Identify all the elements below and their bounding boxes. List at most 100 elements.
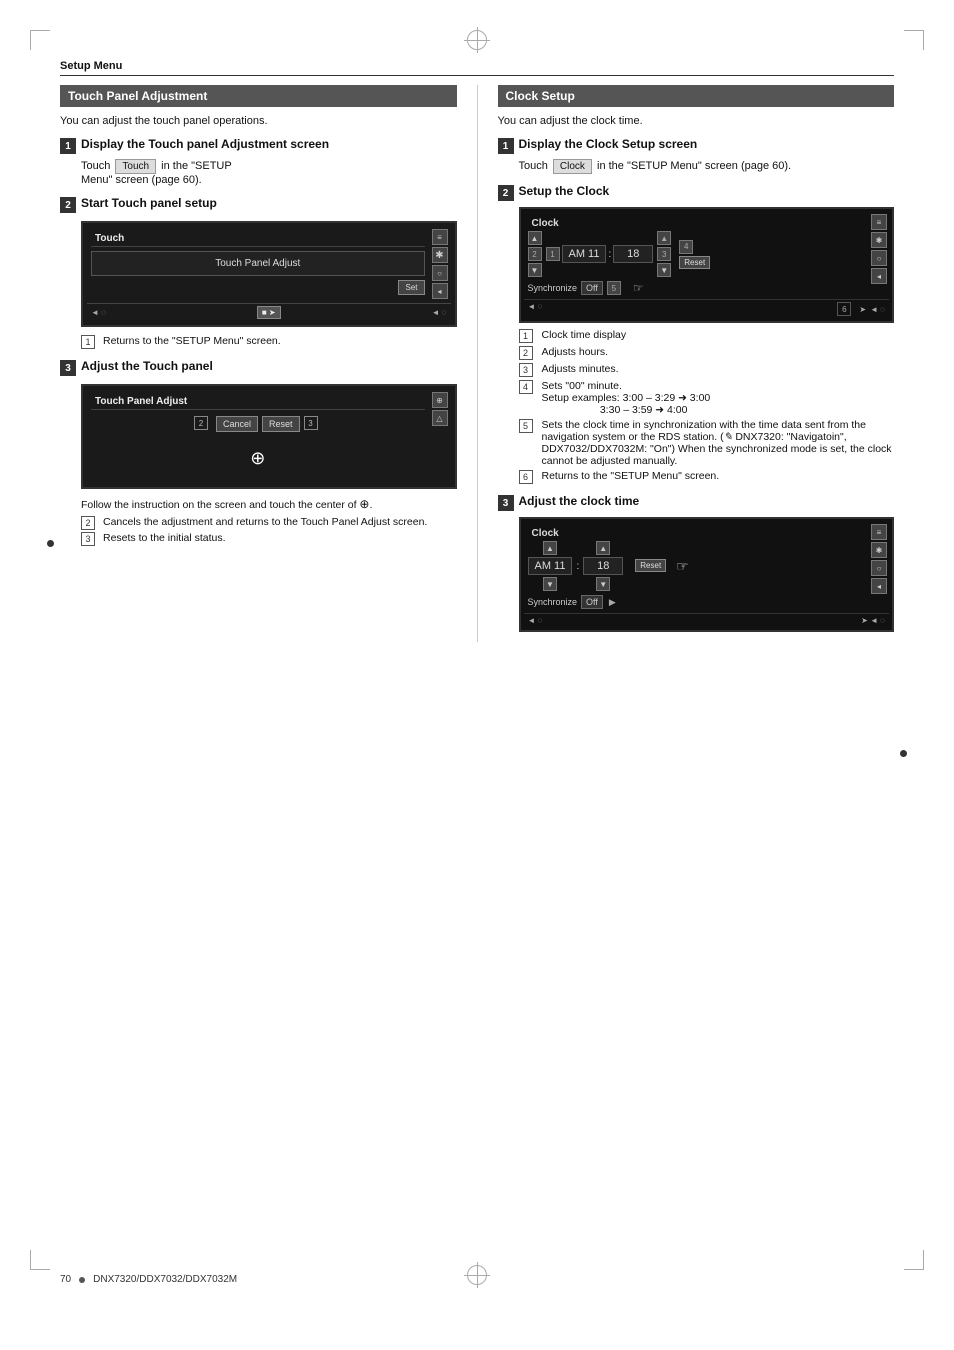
time-display-3b: 18: [583, 557, 623, 575]
touch-panel-label-2: Touch Panel Adjust: [91, 251, 425, 276]
clock-bottom-2: ◄ ◌ 6 ➤ ◄ ◌: [524, 299, 890, 318]
step-1-touch-word: Touch: [81, 160, 113, 172]
clock-sb-3[interactable]: ○: [871, 250, 887, 266]
clock-sb3-2[interactable]: ✱: [871, 542, 887, 558]
step-2-body: Touch Touch Panel Adjust Set ≡ ✱ ○: [60, 221, 457, 349]
center-mark-top: [467, 30, 487, 50]
desc-2: 2 Adjusts hours.: [519, 346, 895, 360]
footer-model: DNX7320/DDX7032/DDX7032M: [93, 1274, 237, 1285]
desc-3: 3 Adjusts minutes.: [519, 363, 895, 377]
sidebar-btn-4[interactable]: ◂: [432, 283, 448, 299]
sidebar-btn-2[interactable]: ✱: [432, 247, 448, 263]
clock-title-2: Clock: [528, 216, 866, 231]
desc-5: 5 Sets the clock time in synchronization…: [519, 419, 895, 467]
corner-mark-tr: [904, 30, 924, 50]
step-1-clock-num: 1: [498, 138, 514, 154]
step-3-clock-body: Clock ▲ AM 11 ▼ : ▲ 18: [498, 517, 895, 632]
clock-body-2: Clock ▲ 2 ▼ 1 AM 11 :: [524, 212, 890, 299]
col-divider: [477, 85, 478, 642]
clock-sb3-1[interactable]: ≡: [871, 524, 887, 540]
sidebar-btn-1[interactable]: ≡: [432, 229, 448, 245]
time-display-min-2: 18: [613, 245, 653, 263]
step-2-note: 1 Returns to the "SETUP Menu" screen.: [81, 335, 457, 349]
clock-sb3-3[interactable]: ○: [871, 560, 887, 576]
step-1-num: 1: [60, 138, 76, 154]
screen-title-2: Touch: [91, 231, 425, 247]
step-3-clock-title-text: Adjust the clock time: [519, 494, 640, 510]
section-title: Setup Menu: [60, 60, 122, 72]
main-content: Touch Panel Adjustment You can adjust th…: [60, 85, 894, 642]
sync-value-3: Off: [581, 595, 603, 609]
time-display-2: AM 11: [562, 245, 607, 263]
step-1-clock: 1 Display the Clock Setup screen Touch C…: [498, 137, 895, 174]
cancel-btn[interactable]: Cancel: [216, 416, 258, 432]
step-1-clock-body: Touch Clock in the "SETUP Menu" screen (…: [498, 159, 895, 174]
screen-main-3: Touch Panel Adjust 2 Cancel Reset 3 ⊕: [87, 390, 429, 483]
step-2-clock-num: 2: [498, 185, 514, 201]
clock-main-2: Clock ▲ 2 ▼ 1 AM 11 :: [524, 212, 870, 299]
desc-1: 1 Clock time display: [519, 329, 895, 343]
screen-content-3: Touch Panel Adjust 2 Cancel Reset 3 ⊕ ⊕: [87, 390, 451, 483]
touch-panel-header: Touch Panel Adjustment: [60, 85, 457, 107]
step-2-clock-title-text: Setup the Clock: [519, 184, 610, 200]
clock-sb-1[interactable]: ≡: [871, 214, 887, 230]
clock-touch-button: Clock: [553, 159, 592, 174]
hours-down-3[interactable]: ▼: [543, 577, 557, 591]
reset-clock-3[interactable]: Reset: [635, 559, 666, 572]
screen-sidebar-2: ≡ ✱ ○ ◂: [429, 227, 451, 301]
step-1-clock-title-text: Display the Clock Setup screen: [519, 137, 698, 153]
desc-6: 6 Returns to the "SETUP Menu" screen.: [519, 470, 895, 484]
left-column: Touch Panel Adjustment You can adjust th…: [60, 85, 457, 642]
touch-crosshair-symbol: ⊕: [91, 438, 425, 479]
page-header: Setup Menu: [60, 60, 894, 76]
step-2-clock: 2 Setup the Clock Clock ▲ 2 ▼: [498, 184, 895, 484]
screen-content-2: Touch Touch Panel Adjust Set ≡ ✱ ○: [87, 227, 451, 301]
touch-screen-step3: Touch Panel Adjust 2 Cancel Reset 3 ⊕ ⊕: [81, 384, 457, 489]
footer-dot: [79, 1277, 85, 1283]
mins-down-3[interactable]: ▼: [596, 577, 610, 591]
clock-desc-list: 1 Clock time display 2 Adjusts hours. 3 …: [519, 329, 895, 484]
step3-note-2: 2 Cancels the adjustment and returns to …: [81, 516, 457, 530]
left-bullet: [47, 540, 54, 547]
clock-fwd-3: ➤ ◄ ◌: [861, 616, 885, 625]
clock-main-3: Clock ▲ AM 11 ▼ : ▲ 18: [524, 522, 870, 613]
clock-sb-2[interactable]: ✱: [871, 232, 887, 248]
hours-down[interactable]: ▼: [528, 263, 542, 277]
touch-panel-desc: You can adjust the touch panel operation…: [60, 115, 457, 127]
clock-setup-desc: You can adjust the clock time.: [498, 115, 895, 127]
clock-sb-4[interactable]: ◂: [871, 268, 887, 284]
sidebar-btn-3[interactable]: ○: [432, 265, 448, 281]
fwd-indicator: ◄ ◌: [432, 308, 447, 317]
step-2-title-text: Start Touch panel setup: [81, 196, 217, 212]
clock-sb3-4[interactable]: ◂: [871, 578, 887, 594]
sync-value-2: Off: [581, 281, 603, 295]
page-number: 70: [60, 1274, 71, 1285]
num-badge-5: 5: [607, 281, 621, 295]
screen-sidebar-3: ⊕ △: [429, 390, 451, 483]
step-1-body: Touch Touch in the "SETUPMenu" screen (p…: [60, 159, 457, 186]
sync-label-2: Synchronize: [528, 283, 578, 293]
reset-clock-2[interactable]: Reset: [679, 256, 710, 269]
set-btn[interactable]: Set: [398, 280, 424, 295]
corner-mark-br: [904, 1250, 924, 1270]
num-badge-up2: ▲: [657, 231, 671, 245]
sidebar-btn-3a[interactable]: ⊕: [432, 392, 448, 408]
step-3-touch: 3 Adjust the Touch panel Touch Panel Adj…: [60, 359, 457, 546]
screen-main-2: Touch Touch Panel Adjust Set: [87, 227, 429, 301]
step3-instruction: Follow the instruction on the screen and…: [81, 497, 457, 511]
clock-fwd-2: 6 ➤ ◄ ◌: [837, 302, 885, 316]
reset-btn-3[interactable]: Reset: [262, 416, 300, 432]
clock-time-row-up: ▲ 2 ▼ 1 AM 11 : 18: [528, 231, 866, 277]
mins-up-3[interactable]: ▲: [596, 541, 610, 555]
num-badge-dn2[interactable]: ▼: [657, 263, 671, 277]
hours-up[interactable]: ▲: [528, 231, 542, 245]
hours-up-3[interactable]: ▲: [543, 541, 557, 555]
step-3-clock-title: 3 Adjust the clock time: [498, 494, 895, 511]
return-btn-2[interactable]: ■ ➤: [257, 306, 281, 319]
step-3-title: 3 Adjust the Touch panel: [60, 359, 457, 376]
sidebar-btn-3b[interactable]: △: [432, 410, 448, 426]
clock-title-3: Clock: [528, 526, 866, 541]
clock-setup-header: Clock Setup: [498, 85, 895, 107]
desc-4: 4 Sets "00" minute. Setup examples: 3:00…: [519, 380, 895, 416]
touch-screen-step2: Touch Touch Panel Adjust Set ≡ ✱ ○: [81, 221, 457, 327]
